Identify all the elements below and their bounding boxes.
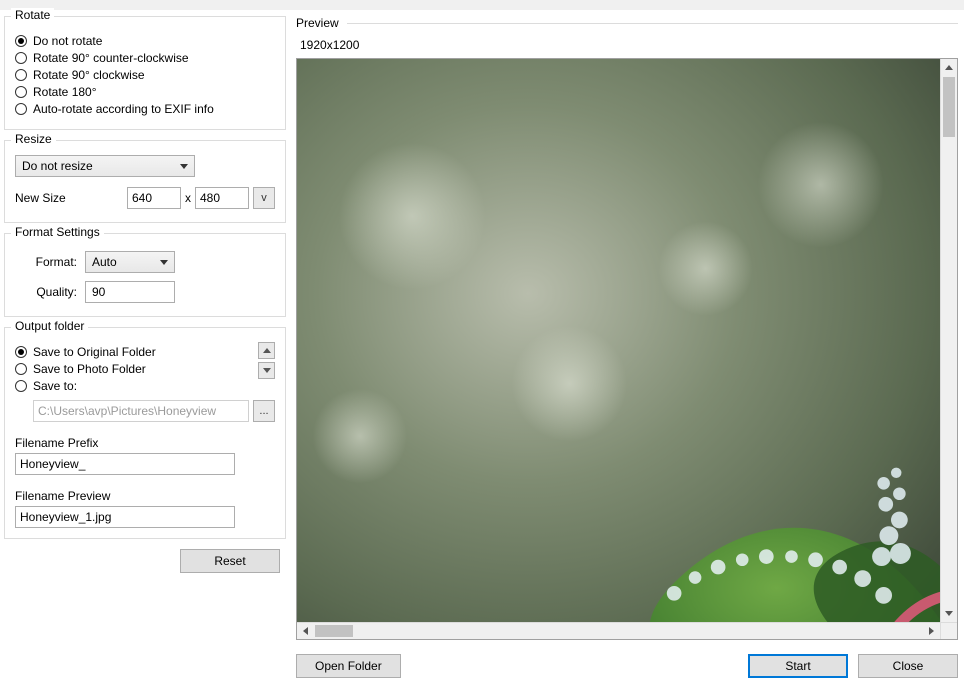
format-select[interactable]: Auto <box>85 251 175 273</box>
format-group: Format Settings Format: Auto Quality: 90 <box>4 233 286 317</box>
chevron-up-icon <box>945 65 953 70</box>
radio-icon <box>15 52 27 64</box>
chevron-down-icon <box>263 368 271 373</box>
chevron-down-icon <box>180 164 188 169</box>
chevron-down-icon <box>945 611 953 616</box>
output-path-input <box>33 400 249 422</box>
format-label: Format: <box>15 255 77 269</box>
rotate-option-none[interactable]: Do not rotate <box>15 34 275 48</box>
rotate-option-label: Rotate 90° counter-clockwise <box>33 51 189 65</box>
rotate-option-cw[interactable]: Rotate 90° clockwise <box>15 68 275 82</box>
start-button[interactable]: Start <box>748 654 848 678</box>
scroll-left-button[interactable] <box>297 623 314 639</box>
rotate-option-ccw[interactable]: Rotate 90° counter-clockwise <box>15 51 275 65</box>
output-title: Output folder <box>11 319 88 333</box>
radio-icon <box>15 380 27 392</box>
scroll-corner <box>940 622 957 639</box>
start-label: Start <box>785 659 810 673</box>
rotate-option-180[interactable]: Rotate 180° <box>15 85 275 99</box>
format-title: Format Settings <box>11 225 104 239</box>
chevron-left-icon <box>303 627 308 635</box>
output-option-label: Save to Photo Folder <box>33 362 146 376</box>
preview-area <box>296 58 958 640</box>
reset-button[interactable]: Reset <box>180 549 280 573</box>
scroll-down-button[interactable] <box>941 605 957 622</box>
rotate-option-label: Rotate 180° <box>33 85 97 99</box>
scroll-up-button[interactable] <box>941 59 957 76</box>
output-option-photo[interactable]: Save to Photo Folder <box>15 362 252 376</box>
filename-preview-field <box>15 506 235 528</box>
horizontal-scrollbar[interactable] <box>297 622 940 639</box>
lock-icon: v <box>261 192 267 204</box>
x-label: x <box>185 191 191 205</box>
rotate-option-label: Do not rotate <box>33 34 102 48</box>
preview-dimensions: 1920x1200 <box>300 38 958 52</box>
rotate-option-label: Rotate 90° clockwise <box>33 68 145 82</box>
move-up-button[interactable] <box>258 342 275 359</box>
ellipsis-icon: ... <box>259 405 268 417</box>
divider <box>347 23 958 24</box>
chevron-right-icon <box>929 627 934 635</box>
output-group: Output folder Save to Original Folder Sa… <box>4 327 286 539</box>
radio-icon <box>15 363 27 375</box>
scroll-right-button[interactable] <box>923 623 940 639</box>
quality-select[interactable]: 90 <box>85 281 175 303</box>
browse-button[interactable]: ... <box>253 400 275 422</box>
quality-value: 90 <box>92 285 105 299</box>
radio-icon <box>15 69 27 81</box>
filename-prefix-label: Filename Prefix <box>15 436 275 450</box>
new-size-label: New Size <box>15 191 66 205</box>
aspect-lock-button[interactable]: v <box>253 187 275 209</box>
filename-preview-label: Filename Preview <box>15 489 275 503</box>
radio-icon <box>15 103 27 115</box>
chevron-down-icon <box>160 260 168 265</box>
filename-prefix-input[interactable] <box>15 453 235 475</box>
resize-title: Resize <box>11 132 56 146</box>
format-value: Auto <box>92 255 117 269</box>
radio-icon <box>15 346 27 358</box>
rotate-option-label: Auto-rotate according to EXIF info <box>33 102 214 116</box>
output-option-original[interactable]: Save to Original Folder <box>15 345 252 359</box>
rotate-title: Rotate <box>11 8 54 22</box>
radio-icon <box>15 86 27 98</box>
vertical-scrollbar[interactable] <box>940 59 957 622</box>
output-option-custom[interactable]: Save to: <box>15 379 252 393</box>
preview-title: Preview <box>296 16 339 30</box>
chevron-up-icon <box>263 348 271 353</box>
width-input[interactable] <box>127 187 181 209</box>
height-input[interactable] <box>195 187 249 209</box>
resize-mode-select[interactable]: Do not resize <box>15 155 195 177</box>
v-scroll-thumb[interactable] <box>943 77 955 137</box>
move-down-button[interactable] <box>258 362 275 379</box>
rotate-option-exif[interactable]: Auto-rotate according to EXIF info <box>15 102 275 116</box>
preview-viewport[interactable] <box>297 59 957 639</box>
open-folder-label: Open Folder <box>315 659 382 673</box>
radio-icon <box>15 35 27 47</box>
resize-group: Resize Do not resize New Size x v <box>4 140 286 223</box>
output-option-label: Save to: <box>33 379 77 393</box>
rotate-group: Rotate Do not rotate Rotate 90° counter-… <box>4 16 286 130</box>
h-scroll-thumb[interactable] <box>315 625 353 637</box>
reset-label: Reset <box>214 554 245 568</box>
open-folder-button[interactable]: Open Folder <box>296 654 401 678</box>
resize-mode-value: Do not resize <box>22 159 93 173</box>
quality-label: Quality: <box>15 285 77 299</box>
close-label: Close <box>893 659 924 673</box>
output-option-label: Save to Original Folder <box>33 345 156 359</box>
close-button[interactable]: Close <box>858 654 958 678</box>
preview-image <box>297 59 957 639</box>
